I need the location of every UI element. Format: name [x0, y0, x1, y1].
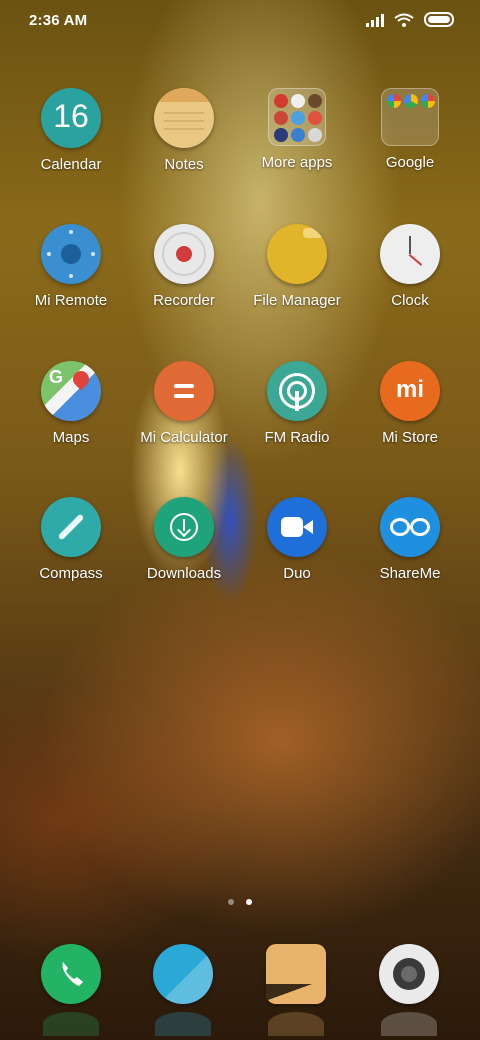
wifi-icon — [394, 13, 414, 27]
maps-icon: G — [41, 361, 101, 421]
phone-glyph — [62, 962, 83, 986]
photos-icon — [421, 94, 435, 108]
app-label: Google — [385, 154, 435, 171]
compass-icon — [41, 497, 101, 557]
dock-reflection — [268, 1012, 324, 1036]
mi-store-icon: mi — [380, 361, 440, 421]
page-dot-active[interactable] — [246, 899, 252, 905]
page-dot[interactable] — [228, 899, 234, 905]
app-calendar[interactable]: 16 Calendar — [11, 88, 131, 173]
page-indicator — [0, 899, 480, 905]
battery-icon — [424, 12, 454, 27]
app-label: Calendar — [40, 156, 102, 173]
app-icon — [308, 94, 322, 108]
app-icon — [308, 111, 322, 125]
app-label: File Manager — [253, 292, 341, 309]
app-label: Notes — [164, 156, 204, 173]
folder-file-icon — [267, 224, 327, 284]
app-label: Compass — [39, 565, 103, 582]
app-label: Downloads — [146, 565, 222, 582]
app-mi-calculator[interactable]: Mi Calculator — [124, 361, 244, 446]
app-clock[interactable]: Clock — [350, 224, 470, 309]
video-camera-icon — [267, 497, 327, 557]
app-shareme[interactable]: ShareMe — [350, 497, 470, 582]
app-icon — [291, 111, 305, 125]
status-icons — [366, 12, 454, 27]
app-maps[interactable]: G Maps — [11, 361, 131, 446]
clock-icon — [380, 224, 440, 284]
mipay-icon — [274, 128, 288, 142]
app-fm-radio[interactable]: FM Radio — [237, 361, 357, 446]
folder-more-apps[interactable]: More apps — [237, 88, 357, 171]
play-icon — [291, 94, 305, 108]
dock-reflection — [381, 1012, 437, 1036]
app-mi-remote[interactable]: Mi Remote — [11, 224, 131, 309]
infinity-icon — [380, 497, 440, 557]
camera-icon[interactable] — [379, 944, 439, 1004]
app-mi-store[interactable]: mi Mi Store — [350, 361, 470, 446]
app-label: Maps — [52, 429, 90, 446]
app-downloads[interactable]: Downloads — [124, 497, 244, 582]
calendar-date: 16 — [53, 98, 89, 134]
app-label: Duo — [283, 565, 311, 582]
signal-icon — [366, 13, 384, 27]
status-bar: 2:36 AM — [0, 0, 480, 42]
recorder-icon — [154, 224, 214, 284]
google-icon — [387, 94, 401, 108]
app-label: Recorder — [153, 292, 215, 309]
dock-reflection — [43, 1012, 99, 1036]
folder-icon — [268, 88, 326, 146]
app-file-manager[interactable]: File Manager — [237, 224, 357, 309]
folder-google[interactable]: Google — [350, 88, 470, 171]
app-label: ShareMe — [379, 565, 441, 582]
remote-icon — [41, 224, 101, 284]
folder-icon — [381, 88, 439, 146]
app-label: Mi Remote — [34, 292, 108, 309]
notes-icon — [154, 88, 214, 148]
app-label: More apps — [261, 154, 333, 171]
app-icon — [291, 128, 305, 142]
drive-icon — [404, 94, 418, 108]
status-time: 2:36 AM — [29, 12, 88, 29]
mi-logo: mi — [395, 376, 424, 403]
app-duo[interactable]: Duo — [237, 497, 357, 582]
app-label: Mi Store — [382, 429, 438, 446]
app-icon — [274, 111, 288, 125]
calculator-icon — [154, 361, 214, 421]
dock — [0, 944, 480, 1040]
app-compass[interactable]: Compass — [11, 497, 131, 582]
app-icon — [308, 128, 322, 142]
app-recorder[interactable]: Recorder — [124, 224, 244, 309]
calendar-icon: 16 — [41, 88, 101, 148]
phone-icon[interactable] — [41, 944, 101, 1004]
app-label: FM Radio — [264, 429, 330, 446]
radio-icon — [267, 361, 327, 421]
dock-reflection — [155, 1012, 211, 1036]
messaging-icon[interactable] — [153, 944, 213, 1004]
wps-icon — [274, 94, 288, 108]
download-icon — [154, 497, 214, 557]
app-label: Mi Calculator — [140, 429, 228, 446]
app-notes[interactable]: Notes — [124, 88, 244, 173]
g-letter: G — [49, 367, 64, 387]
gallery-icon[interactable] — [266, 944, 326, 1004]
app-label: Clock — [391, 292, 429, 309]
